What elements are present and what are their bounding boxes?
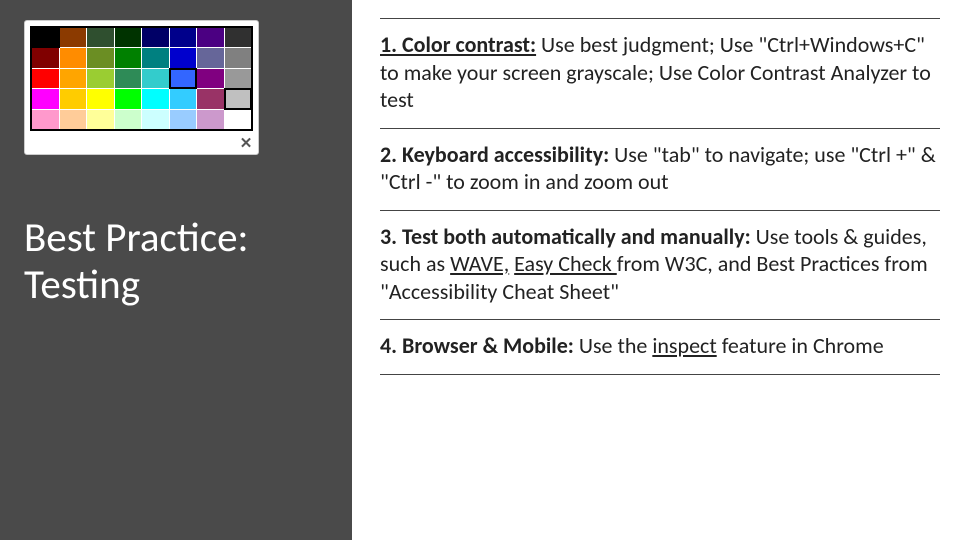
color-swatch[interactable] [170, 110, 197, 129]
color-swatch[interactable] [170, 89, 197, 108]
color-swatch[interactable] [115, 28, 142, 47]
color-swatch[interactable] [115, 48, 142, 67]
color-swatch[interactable] [87, 69, 114, 88]
color-swatch[interactable] [87, 28, 114, 47]
color-swatch[interactable] [197, 69, 224, 88]
sidebar: ✕ Best Practice: Testing [0, 0, 352, 540]
color-swatch[interactable] [32, 28, 59, 47]
color-swatch[interactable] [225, 48, 252, 67]
color-swatch[interactable] [115, 110, 142, 129]
item-lead: 4. Browser & Mobile: [380, 332, 574, 359]
color-swatch[interactable] [170, 28, 197, 47]
color-swatch[interactable] [142, 89, 169, 108]
content-area: 1. Color contrast: Use best judgment; Us… [352, 0, 960, 540]
color-swatch[interactable] [197, 48, 224, 67]
color-swatch[interactable] [115, 69, 142, 88]
list-item: 3. Test both automatically and manually:… [380, 210, 940, 320]
item-text: Use the [574, 332, 652, 359]
color-swatch[interactable] [60, 69, 87, 88]
list-item: 1. Color contrast: Use best judgment; Us… [380, 18, 940, 128]
close-icon[interactable]: ✕ [238, 137, 254, 153]
title-line-1: Best Practice: [24, 213, 248, 263]
item-lead: 3. Test both automatically and manually: [380, 223, 751, 250]
list-item: 4. Browser & Mobile: Use the inspect fea… [380, 319, 940, 375]
color-swatch[interactable] [60, 89, 87, 108]
color-swatch[interactable] [225, 28, 252, 47]
color-swatch[interactable] [170, 48, 197, 67]
link[interactable]: WAVE, [450, 250, 509, 277]
color-swatch[interactable] [60, 110, 87, 129]
color-swatch[interactable] [225, 110, 252, 129]
color-swatch[interactable] [87, 89, 114, 108]
color-palette: ✕ [24, 20, 259, 155]
color-swatch[interactable] [197, 110, 224, 129]
color-swatch[interactable] [32, 69, 59, 88]
list-item: 2. Keyboard accessibility: Use "tab" to … [380, 128, 940, 210]
item-lead: 1. Color contrast: [380, 31, 536, 58]
item-lead: 2. Keyboard accessibility: [380, 141, 609, 168]
color-swatch[interactable] [197, 89, 224, 108]
title-line-2: Testing [24, 260, 140, 310]
color-swatch[interactable] [142, 28, 169, 47]
color-swatch[interactable] [142, 69, 169, 88]
color-swatch[interactable] [32, 110, 59, 129]
color-swatch[interactable] [60, 48, 87, 67]
color-swatch[interactable] [170, 69, 197, 88]
color-swatch[interactable] [225, 89, 252, 108]
item-text: feature in Chrome [717, 332, 884, 359]
color-swatch[interactable] [115, 89, 142, 108]
color-swatch[interactable] [60, 28, 87, 47]
color-swatch[interactable] [142, 48, 169, 67]
color-swatch[interactable] [87, 110, 114, 129]
color-swatch[interactable] [87, 48, 114, 67]
link[interactable]: Easy Check [514, 250, 617, 277]
color-swatch[interactable] [32, 89, 59, 108]
color-swatch[interactable] [32, 48, 59, 67]
color-swatch[interactable] [142, 110, 169, 129]
color-swatch[interactable] [197, 28, 224, 47]
slide-title: Best Practice: Testing [24, 215, 328, 309]
link[interactable]: inspect [652, 332, 716, 359]
color-swatch[interactable] [225, 69, 252, 88]
